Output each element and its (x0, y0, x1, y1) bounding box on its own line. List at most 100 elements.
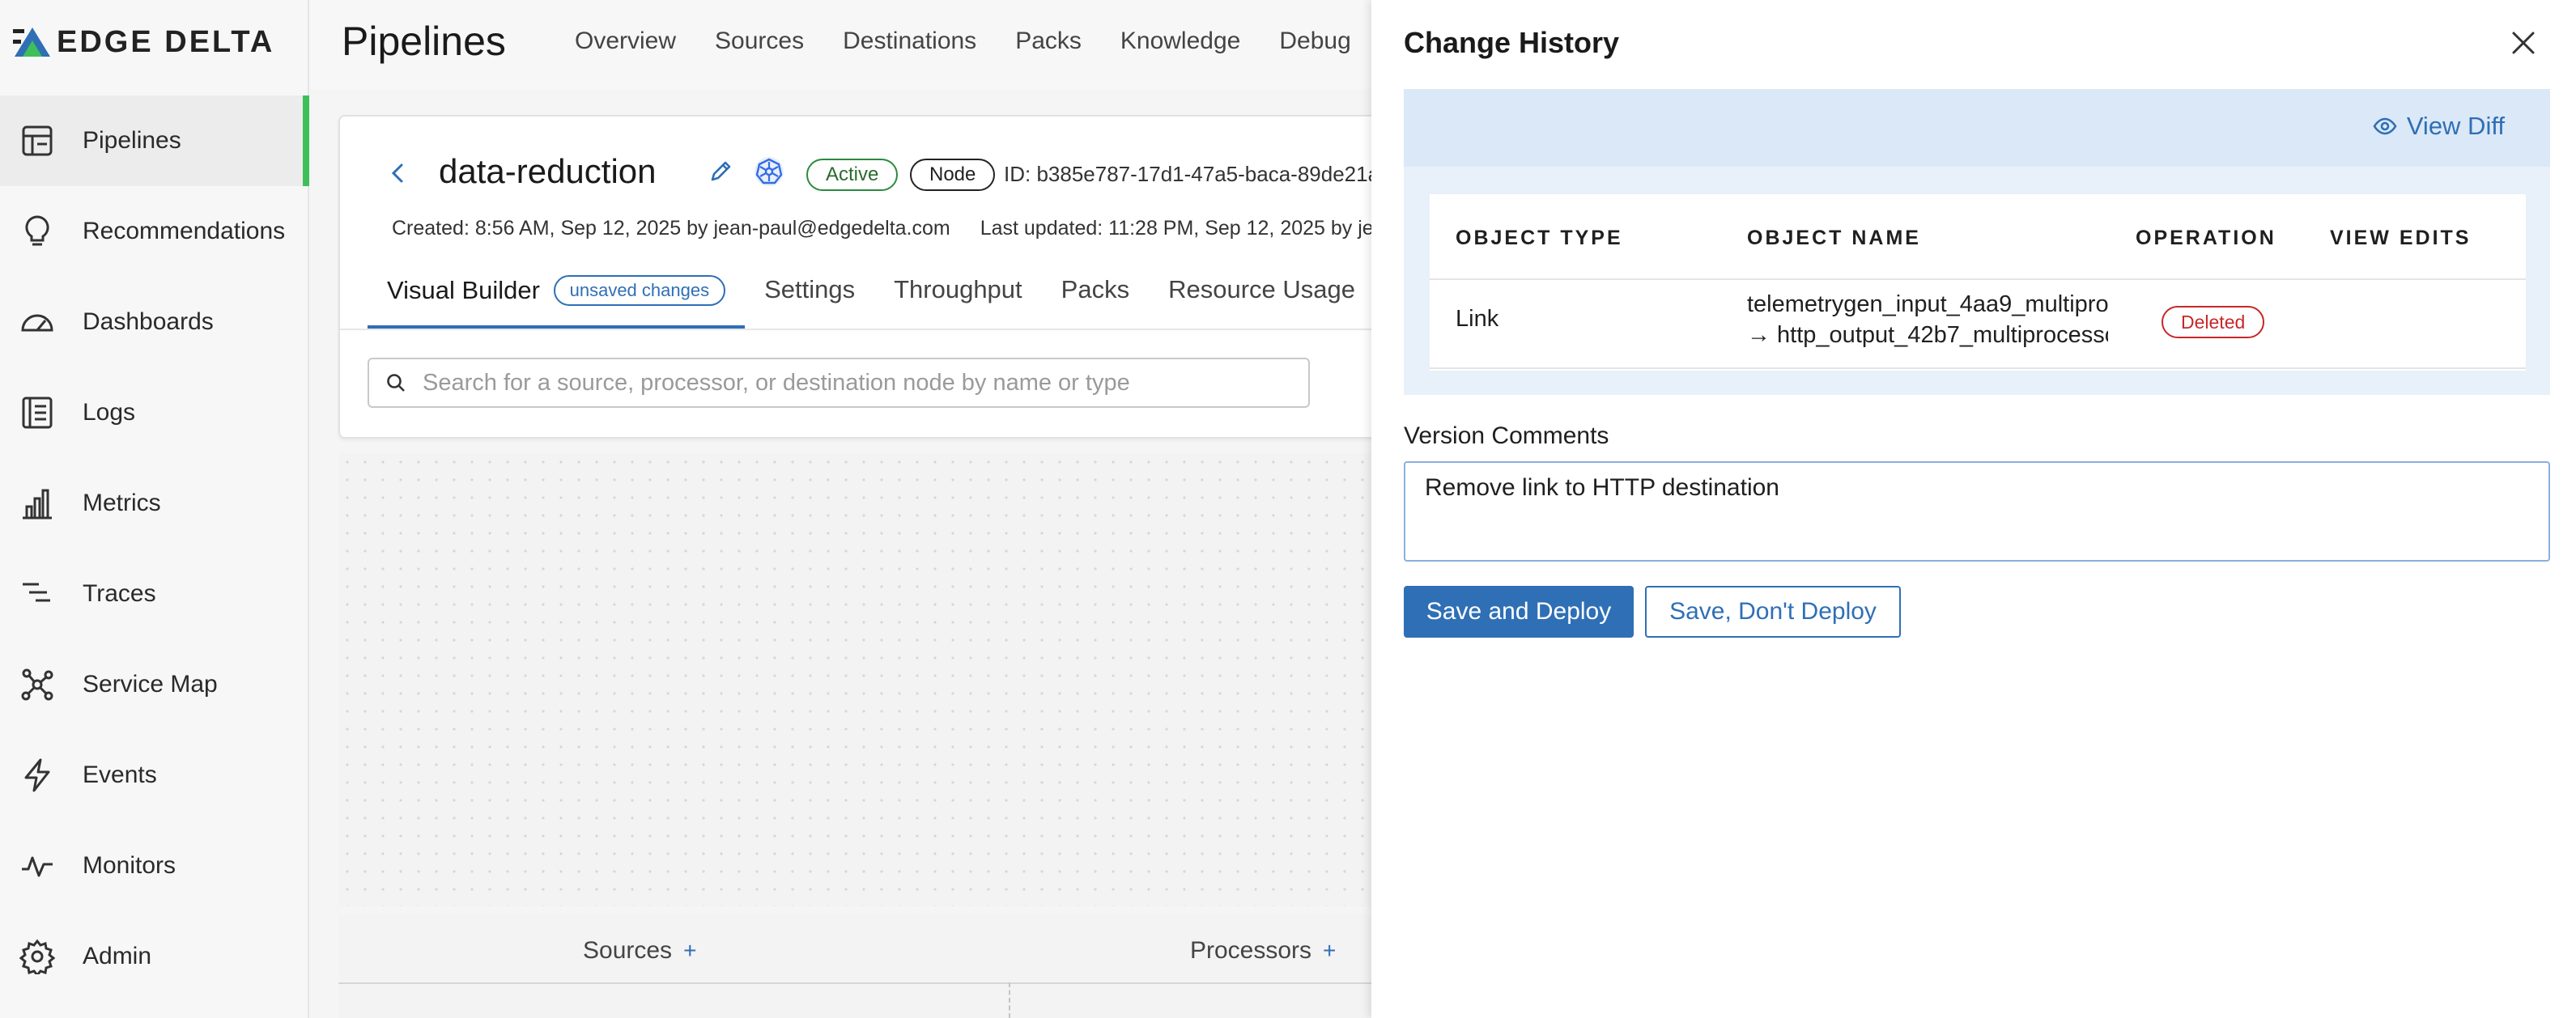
lightbulb-icon (25, 215, 49, 246)
column-header-operation: OPERATION (2136, 227, 2276, 249)
top-tabs: Overview Sources Destinations Packs Know… (575, 28, 1351, 55)
bar-chart-icon (23, 489, 52, 520)
tab-packs[interactable]: Packs (1042, 275, 1149, 329)
column-header-view-edits: VIEW EDITS (2330, 227, 2472, 249)
tab-sources[interactable]: Sources (715, 28, 804, 55)
processors-column-label: Processors (1190, 937, 1312, 964)
pipeline-tabs: Visual Builder unsaved changes Settings … (368, 275, 1371, 329)
tab-throughput[interactable]: Throughput (874, 275, 1042, 329)
gear-icon (19, 939, 55, 974)
version-comments-label: Version Comments (1404, 422, 1609, 449)
close-icon[interactable] (2510, 29, 2537, 57)
processors-column-header: Processors + (1190, 937, 1336, 965)
edge-delta-logo[interactable]: EDGE DELTA (13, 23, 274, 62)
view-diff-label: View Diff (2406, 112, 2505, 140)
sidebar-item-label: Logs (83, 399, 136, 426)
pulse-icon (22, 856, 53, 877)
version-comments-input[interactable]: Remove link to HTTP destination (1404, 461, 2550, 562)
type-badge: Node (910, 159, 996, 191)
pipeline-meta: Created: 8:56 AM, Sep 12, 2025 by jean-p… (392, 217, 1371, 240)
search-icon (387, 374, 405, 392)
sidebar-item-service-map[interactable]: Service Map (0, 639, 309, 730)
cell-object-name-source: telemetrygen_input_4aa9_multipro (1747, 291, 2108, 317)
sidebar-item-label: Service Map (83, 671, 218, 698)
logs-icon (22, 397, 53, 429)
sidebar-item-events[interactable]: Events (0, 730, 309, 821)
tab-overview[interactable]: Overview (575, 28, 676, 55)
sources-column-header: Sources + (583, 937, 696, 965)
status-badge: Active (806, 159, 899, 191)
add-processor-button[interactable]: + (1323, 938, 1336, 963)
card-divider (340, 329, 1371, 330)
updated-info: Last updated: 11:28 PM, Sep 12, 2025 by … (980, 217, 1371, 240)
sidebar: EDGE DELTA Pipelines Recommendations Das… (0, 0, 309, 1018)
traces-icon (23, 583, 50, 602)
changes-toolbar: View Diff (1404, 89, 2550, 167)
eye-icon (2373, 117, 2397, 135)
pipeline-name: data-reduction (439, 152, 657, 190)
service-map-icon (21, 668, 53, 701)
view-diff-button[interactable]: View Diff (2373, 112, 2505, 141)
pipeline-header-card: data-reduction Active Node ID: b385e787-… (338, 115, 1371, 439)
table-row-divider (1430, 367, 2526, 369)
sources-column-label: Sources (583, 937, 673, 964)
save-and-deploy-button[interactable]: Save and Deploy (1404, 586, 1634, 638)
canvas-columns: Sources + Processors + (338, 914, 1371, 1018)
sidebar-item-logs[interactable]: Logs (0, 367, 309, 458)
change-history-drawer: Change History View Diff OBJECT TYPE OBJ… (1371, 0, 2576, 1018)
unsaved-changes-badge: unsaved changes (553, 275, 726, 306)
sidebar-item-label: Events (83, 761, 157, 788)
sidebar-item-monitors[interactable]: Monitors (0, 821, 309, 911)
kubernetes-icon (755, 157, 784, 186)
node-search (368, 358, 1310, 408)
page-title: Pipelines (342, 19, 506, 64)
logo-text: EDGE DELTA (57, 24, 275, 59)
changes-table: OBJECT TYPE OBJECT NAME OPERATION VIEW E… (1430, 194, 2526, 371)
sidebar-item-label: Dashboards (83, 308, 214, 335)
cell-object-name-destination: → http_output_42b7_multiprocesso (1747, 322, 2108, 348)
edge-delta-logo-icon (13, 28, 50, 57)
tab-visual-builder-label: Visual Builder (387, 276, 540, 304)
save-dont-deploy-button[interactable]: Save, Don't Deploy (1645, 586, 1901, 638)
column-header-object-type: OBJECT TYPE (1456, 227, 1623, 249)
created-info: Created: 8:56 AM, Sep 12, 2025 by jean-p… (392, 217, 950, 240)
changes-panel: View Diff OBJECT TYPE OBJECT NAME OPERAT… (1404, 89, 2550, 395)
gauge-icon (21, 314, 53, 332)
pipeline-id: ID: b385e787-17d1-47a5-baca-89de21a (1004, 162, 1371, 186)
sidebar-nav: Pipelines Recommendations Dashboards Log… (0, 95, 309, 1002)
sidebar-item-metrics[interactable]: Metrics (0, 458, 309, 549)
tab-settings[interactable]: Settings (745, 275, 874, 329)
tab-resource-usage[interactable]: Resource Usage (1149, 275, 1371, 329)
table-header-divider (1430, 278, 2526, 280)
pipeline-canvas[interactable] (338, 453, 1371, 906)
drawer-title: Change History (1404, 26, 1620, 59)
sidebar-item-dashboards[interactable]: Dashboards (0, 277, 309, 367)
cell-object-type: Link (1456, 306, 1499, 332)
sidebar-item-label: Pipelines (83, 127, 181, 154)
edit-pencil-icon[interactable] (708, 159, 733, 185)
sidebar-item-traces[interactable]: Traces (0, 549, 309, 639)
column-header-object-name: OBJECT NAME (1747, 227, 1921, 249)
node-search-input[interactable] (423, 369, 1297, 397)
tab-knowledge[interactable]: Knowledge (1120, 28, 1240, 55)
sidebar-item-label: Recommendations (83, 218, 286, 244)
column-separator (1009, 982, 1010, 1018)
tab-packs[interactable]: Packs (1015, 28, 1082, 55)
sidebar-item-label: Admin (83, 943, 152, 969)
back-chevron-icon[interactable] (387, 162, 410, 185)
sidebar-item-label: Traces (83, 580, 156, 607)
add-source-button[interactable]: + (683, 938, 696, 963)
pipelines-icon (22, 125, 53, 156)
tab-debug[interactable]: Debug (1279, 28, 1350, 55)
tab-visual-builder[interactable]: Visual Builder unsaved changes (368, 275, 746, 329)
sidebar-item-admin[interactable]: Admin (0, 911, 309, 1002)
operation-badge: Deleted (2162, 306, 2265, 338)
sidebar-item-label: Monitors (83, 852, 176, 879)
sidebar-item-recommendations[interactable]: Recommendations (0, 186, 309, 277)
sidebar-item-label: Metrics (83, 490, 161, 516)
top-bar: Pipelines Overview Sources Destinations … (311, 0, 1371, 89)
tab-destinations[interactable]: Destinations (843, 28, 976, 55)
column-divider (338, 982, 1371, 984)
lightning-icon (24, 758, 50, 792)
sidebar-item-pipelines[interactable]: Pipelines (0, 95, 309, 186)
